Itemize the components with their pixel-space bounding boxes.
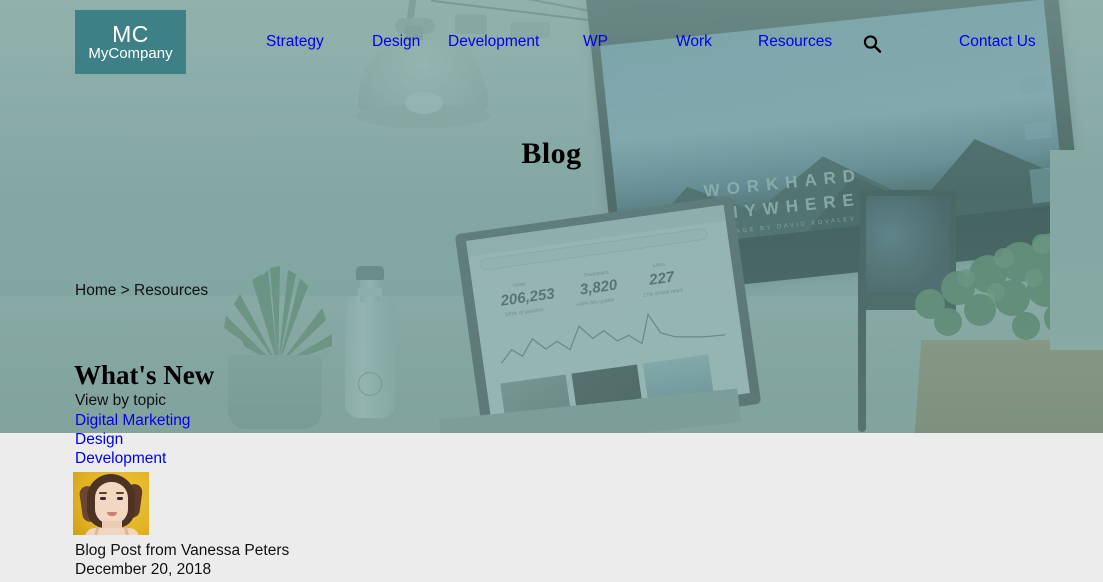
avatar-eyebrow	[116, 492, 124, 494]
nav-item-development[interactable]: Development	[448, 33, 539, 51]
nav-item-resources[interactable]: Resources	[758, 33, 832, 51]
avatar	[73, 472, 149, 535]
avatar-face	[95, 482, 128, 524]
topic-link-digital-marketing[interactable]: Digital Marketing	[75, 411, 190, 430]
topic-link-design[interactable]: Design	[75, 430, 190, 449]
avatar-shoulders	[85, 528, 139, 535]
page-root: WORKHARD ANYWHERE IMAGE BY DAVID KOVALEV…	[0, 0, 1103, 582]
nav-item-work[interactable]: Work	[676, 33, 712, 51]
page-title: Blog	[521, 137, 582, 170]
post-date: December 20, 2018	[75, 561, 212, 578]
nav-item-contact-us[interactable]: Contact Us	[959, 33, 1036, 51]
nav-item-design[interactable]: Design	[372, 33, 420, 51]
topic-link-development[interactable]: Development	[75, 449, 190, 468]
avatar-eye	[117, 497, 123, 500]
avatar-eyebrow	[99, 492, 107, 494]
nav-item-strategy[interactable]: Strategy	[266, 33, 324, 51]
section-heading-whats-new: What's New	[74, 360, 215, 390]
topic-list: Digital Marketing Design Development	[75, 411, 190, 468]
avatar-eye	[100, 497, 106, 500]
view-by-topic-label: View by topic	[75, 392, 167, 409]
breadcrumb[interactable]: Home > Resources	[75, 282, 208, 300]
nav-item-wp[interactable]: WP	[583, 33, 608, 51]
search-icon[interactable]	[862, 34, 882, 54]
main-navigation: Strategy Design Development WP Work Reso…	[0, 0, 1103, 88]
post-author-line: Blog Post from Vanessa Peters	[75, 542, 290, 559]
